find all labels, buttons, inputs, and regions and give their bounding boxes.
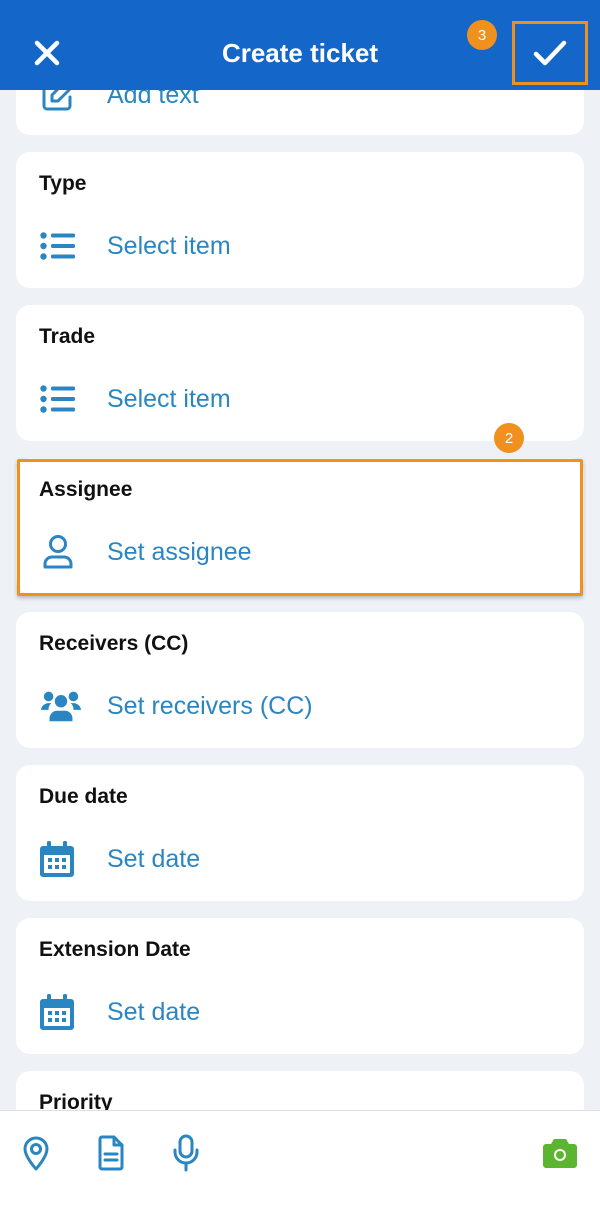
app-header: Create ticket	[0, 0, 600, 90]
trade-select-label: Select item	[107, 384, 231, 413]
calendar-icon	[40, 839, 82, 879]
receivers-select-label: Set receivers (CC)	[107, 691, 313, 720]
extension-date-title: Extension Date	[39, 938, 191, 961]
page-title: Create ticket	[221, 38, 379, 68]
trade-card: Trade Select item	[16, 305, 584, 441]
camera-icon[interactable]	[540, 1131, 580, 1175]
type-select-row[interactable]: Select item	[40, 226, 231, 266]
trade-select-row[interactable]: Select item	[40, 379, 231, 419]
document-icon[interactable]	[91, 1131, 131, 1175]
type-title: Type	[39, 172, 87, 195]
list-icon	[40, 379, 82, 419]
step-badge-2: 2	[494, 423, 524, 453]
type-card: Type Select item	[16, 152, 584, 288]
receivers-title: Receivers (CC)	[39, 632, 189, 655]
receivers-card: Receivers (CC) Set receivers (CC)	[16, 612, 584, 748]
bottom-toolbar	[0, 1110, 600, 1224]
list-icon	[40, 226, 82, 266]
extension-date-card: Extension Date Set date	[16, 918, 584, 1054]
type-select-label: Select item	[107, 231, 231, 260]
location-pin-icon[interactable]	[16, 1131, 56, 1175]
assignee-highlight-box	[17, 459, 583, 596]
due-date-card: Due date Set date	[16, 765, 584, 901]
extension-date-select-label: Set date	[107, 997, 201, 1026]
users-icon	[40, 686, 82, 726]
check-icon	[533, 40, 567, 66]
confirm-button[interactable]	[512, 21, 588, 85]
calendar-icon	[40, 992, 82, 1032]
due-date-select-label: Set date	[107, 844, 201, 873]
step-badge-3: 3	[467, 20, 497, 50]
microphone-icon[interactable]	[166, 1131, 206, 1175]
trade-title: Trade	[39, 325, 96, 348]
form-scroll-area[interactable]: Add text Type Select item Trade Select i…	[0, 0, 600, 1224]
due-date-title: Due date	[39, 785, 128, 808]
extension-date-select-row[interactable]: Set date	[40, 992, 200, 1032]
receivers-select-row[interactable]: Set receivers (CC)	[40, 686, 313, 726]
due-date-select-row[interactable]: Set date	[40, 839, 200, 879]
